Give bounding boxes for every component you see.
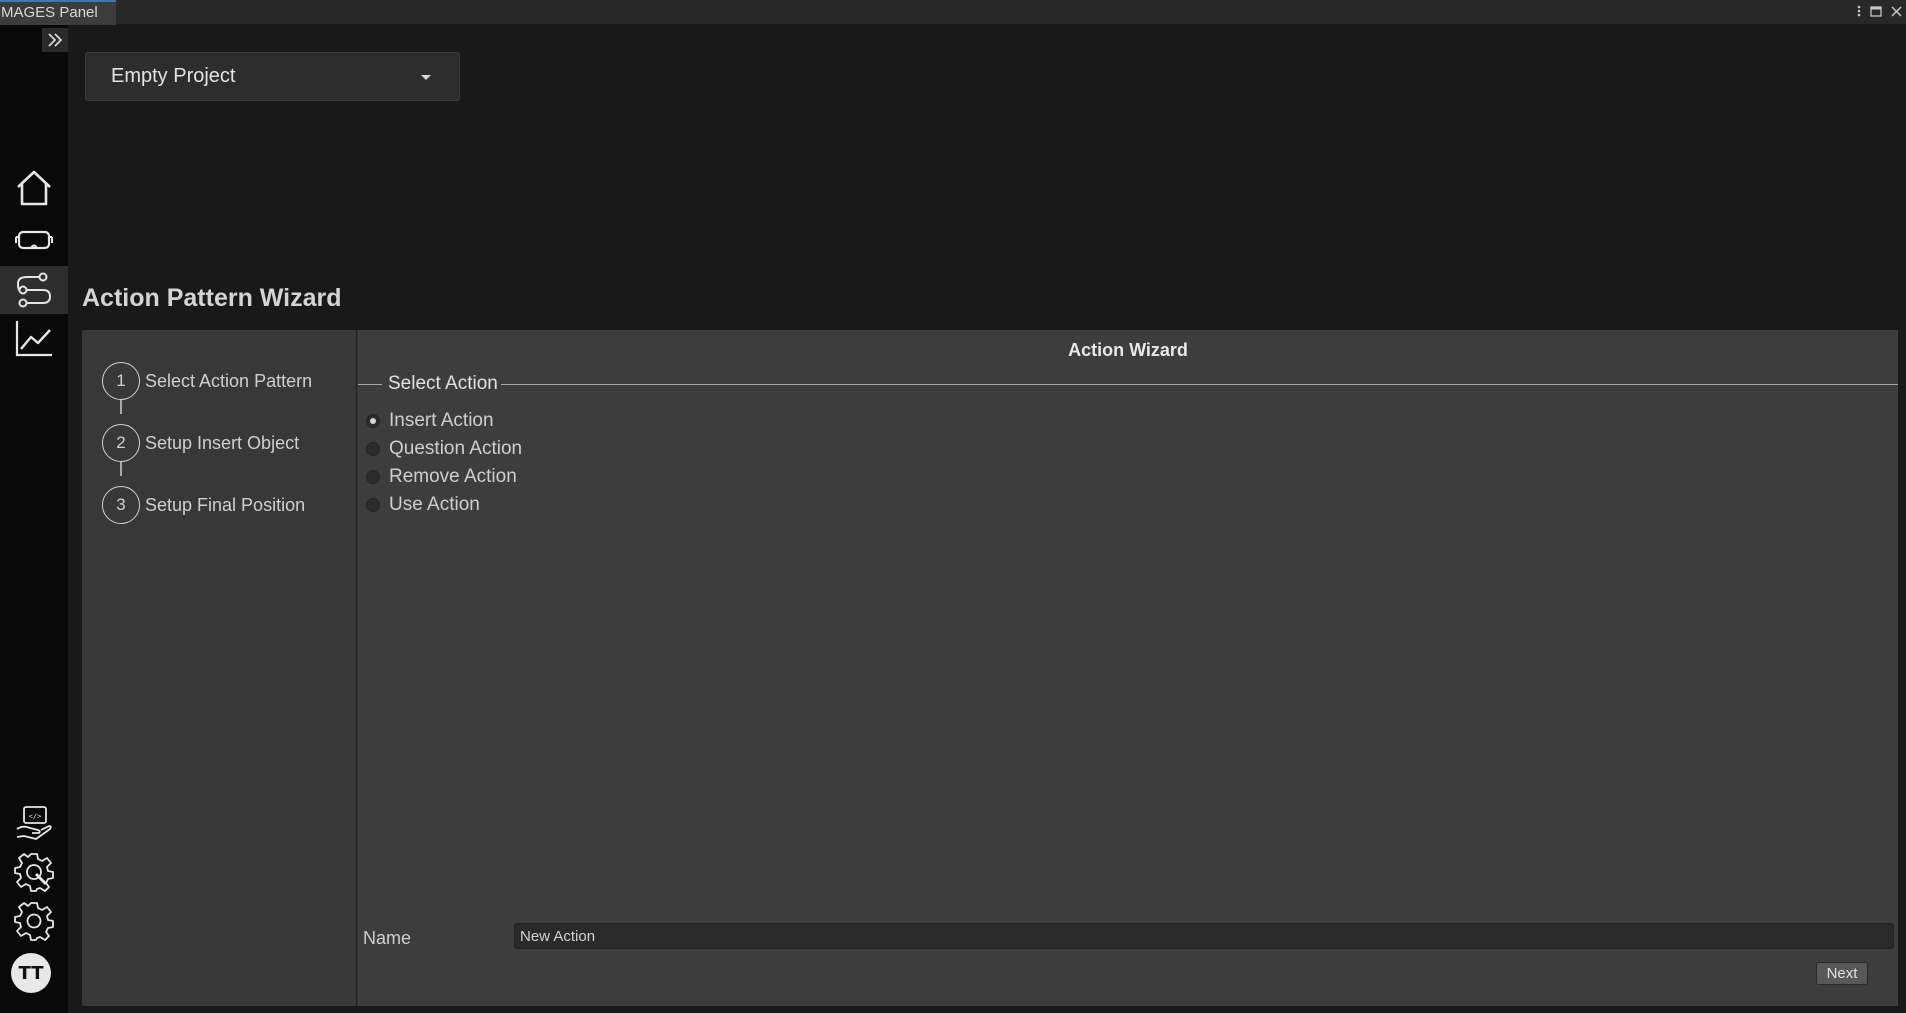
- chart-line-icon: [15, 321, 52, 357]
- step-label: Setup Final Position: [145, 494, 306, 515]
- radio-use-action[interactable]: Use Action: [366, 494, 480, 516]
- window-actions: [1857, 0, 1906, 25]
- radio-label: Remove Action: [389, 466, 517, 487]
- fieldset-border: [358, 384, 382, 385]
- sidebar-item-home[interactable]: [0, 164, 68, 212]
- project-dropdown-value: Empty Project: [111, 65, 236, 87]
- sidebar: </> TT: [0, 25, 68, 1013]
- home-icon: [17, 170, 51, 206]
- gear-icon: [14, 902, 54, 941]
- step-label: Select Action Pattern: [145, 370, 313, 391]
- sidebar-item-tools-settings[interactable]: [0, 848, 68, 896]
- name-label: Name: [363, 928, 412, 948]
- sidebar-item-developer[interactable]: </>: [0, 799, 68, 847]
- wizard-steps: 1 Select Action Pattern 2 Setup Insert O…: [82, 330, 357, 1006]
- sidebar-item-vr-headset[interactable]: [0, 216, 68, 264]
- radio-insert-action[interactable]: Insert Action: [366, 410, 494, 432]
- radio-button[interactable]: [366, 470, 380, 484]
- sidebar-item-analytics[interactable]: [0, 314, 68, 362]
- gear-wrench-icon: [14, 853, 54, 892]
- sidebar-expand-button[interactable]: [42, 28, 68, 52]
- radio-label: Question Action: [389, 438, 523, 459]
- wizard-title: Action Wizard: [1068, 340, 1188, 360]
- radio-button[interactable]: [366, 442, 380, 456]
- radio-question-action[interactable]: Question Action: [366, 438, 522, 460]
- step-number: 1: [102, 362, 140, 400]
- sidebar-item-settings[interactable]: [0, 897, 68, 945]
- vr-headset-icon: [15, 230, 53, 250]
- wizard-frame: 1 Select Action Pattern 2 Setup Insert O…: [81, 329, 1899, 1007]
- project-dropdown[interactable]: Empty Project: [85, 52, 460, 101]
- step-label: Setup Insert Object: [145, 432, 300, 453]
- radio-label: Insert Action: [389, 410, 494, 431]
- radio-remove-action[interactable]: Remove Action: [366, 466, 517, 488]
- caret-down-icon: [421, 75, 431, 80]
- sidebar-item-action-flow[interactable]: [0, 266, 68, 314]
- double-chevron-right-icon: [48, 33, 63, 47]
- window-tab-bar: MAGES Panel: [0, 0, 1906, 25]
- next-button[interactable]: Next: [1816, 962, 1868, 985]
- step-1[interactable]: 1 Select Action Pattern: [102, 362, 312, 400]
- code-hand-icon: </>: [16, 806, 52, 840]
- radio-label: Use Action: [389, 494, 480, 515]
- maximize-icon[interactable]: [1870, 5, 1882, 20]
- tab-mages-panel[interactable]: MAGES Panel: [0, 0, 116, 25]
- step-2[interactable]: 2 Setup Insert Object: [102, 424, 299, 462]
- radio-button[interactable]: [366, 498, 380, 512]
- name-field[interactable]: [514, 923, 1894, 949]
- wizard-main: Action Wizard Select Action Insert Actio…: [358, 330, 1898, 1006]
- step-number: 2: [102, 424, 140, 462]
- step-number: 3: [102, 486, 140, 524]
- more-vertical-icon[interactable]: [1857, 5, 1861, 20]
- select-action-legend: Select Action: [388, 373, 498, 394]
- page-title: Action Pattern Wizard: [82, 284, 342, 312]
- radio-button[interactable]: [366, 414, 380, 428]
- svg-text:</>: </>: [29, 813, 42, 821]
- fieldset-border: [501, 384, 1898, 385]
- avatar[interactable]: TT: [11, 953, 51, 993]
- flow-icon: [16, 272, 52, 308]
- close-icon[interactable]: [1891, 5, 1902, 20]
- step-3[interactable]: 3 Setup Final Position: [102, 486, 305, 524]
